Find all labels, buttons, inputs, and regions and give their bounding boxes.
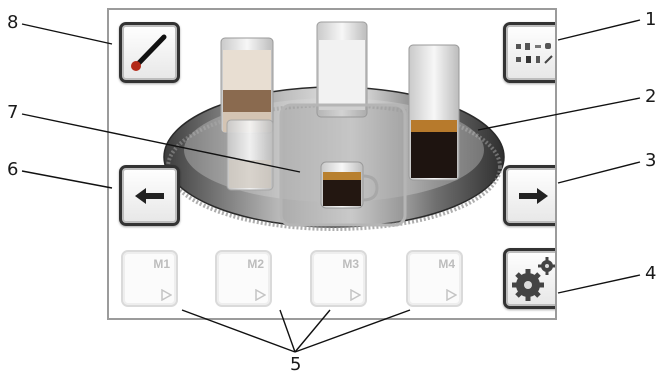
callout-3: 3 xyxy=(645,150,657,171)
callout-2: 2 xyxy=(645,86,657,107)
beverage-menu-button[interactable] xyxy=(503,22,555,83)
settings-button[interactable] xyxy=(503,248,555,309)
memory-label: M1 xyxy=(153,257,170,271)
spout-wand-icon xyxy=(131,34,167,71)
play-triangle-icon xyxy=(255,289,266,301)
play-triangle-icon xyxy=(350,289,361,301)
memory-button-m3[interactable]: M3 xyxy=(310,250,367,307)
gears-icon xyxy=(512,257,555,301)
memory-button-m2[interactable]: M2 xyxy=(215,250,272,307)
play-triangle-icon xyxy=(446,289,457,301)
callout-5: 5 xyxy=(290,354,302,375)
callout-8: 8 xyxy=(7,12,19,33)
memory-label: M3 xyxy=(342,257,359,271)
callout-7: 7 xyxy=(7,102,19,123)
callout-4: 4 xyxy=(645,263,657,284)
touch-screen-panel: M1 M2 M3 M4 xyxy=(107,8,557,320)
arrow-right-icon xyxy=(519,188,548,204)
memory-button-m1[interactable]: M1 xyxy=(121,250,178,307)
memory-label: M4 xyxy=(438,257,455,271)
callout-1: 1 xyxy=(645,9,657,30)
spout-button[interactable] xyxy=(119,22,180,83)
callout-6: 6 xyxy=(7,159,19,180)
beverage-menu-icon xyxy=(516,43,553,64)
memory-label: M2 xyxy=(247,257,264,271)
play-triangle-icon xyxy=(161,289,172,301)
previous-button[interactable] xyxy=(119,165,180,226)
arrow-left-icon xyxy=(135,188,164,204)
next-button[interactable] xyxy=(503,165,555,226)
memory-button-m4[interactable]: M4 xyxy=(406,250,463,307)
